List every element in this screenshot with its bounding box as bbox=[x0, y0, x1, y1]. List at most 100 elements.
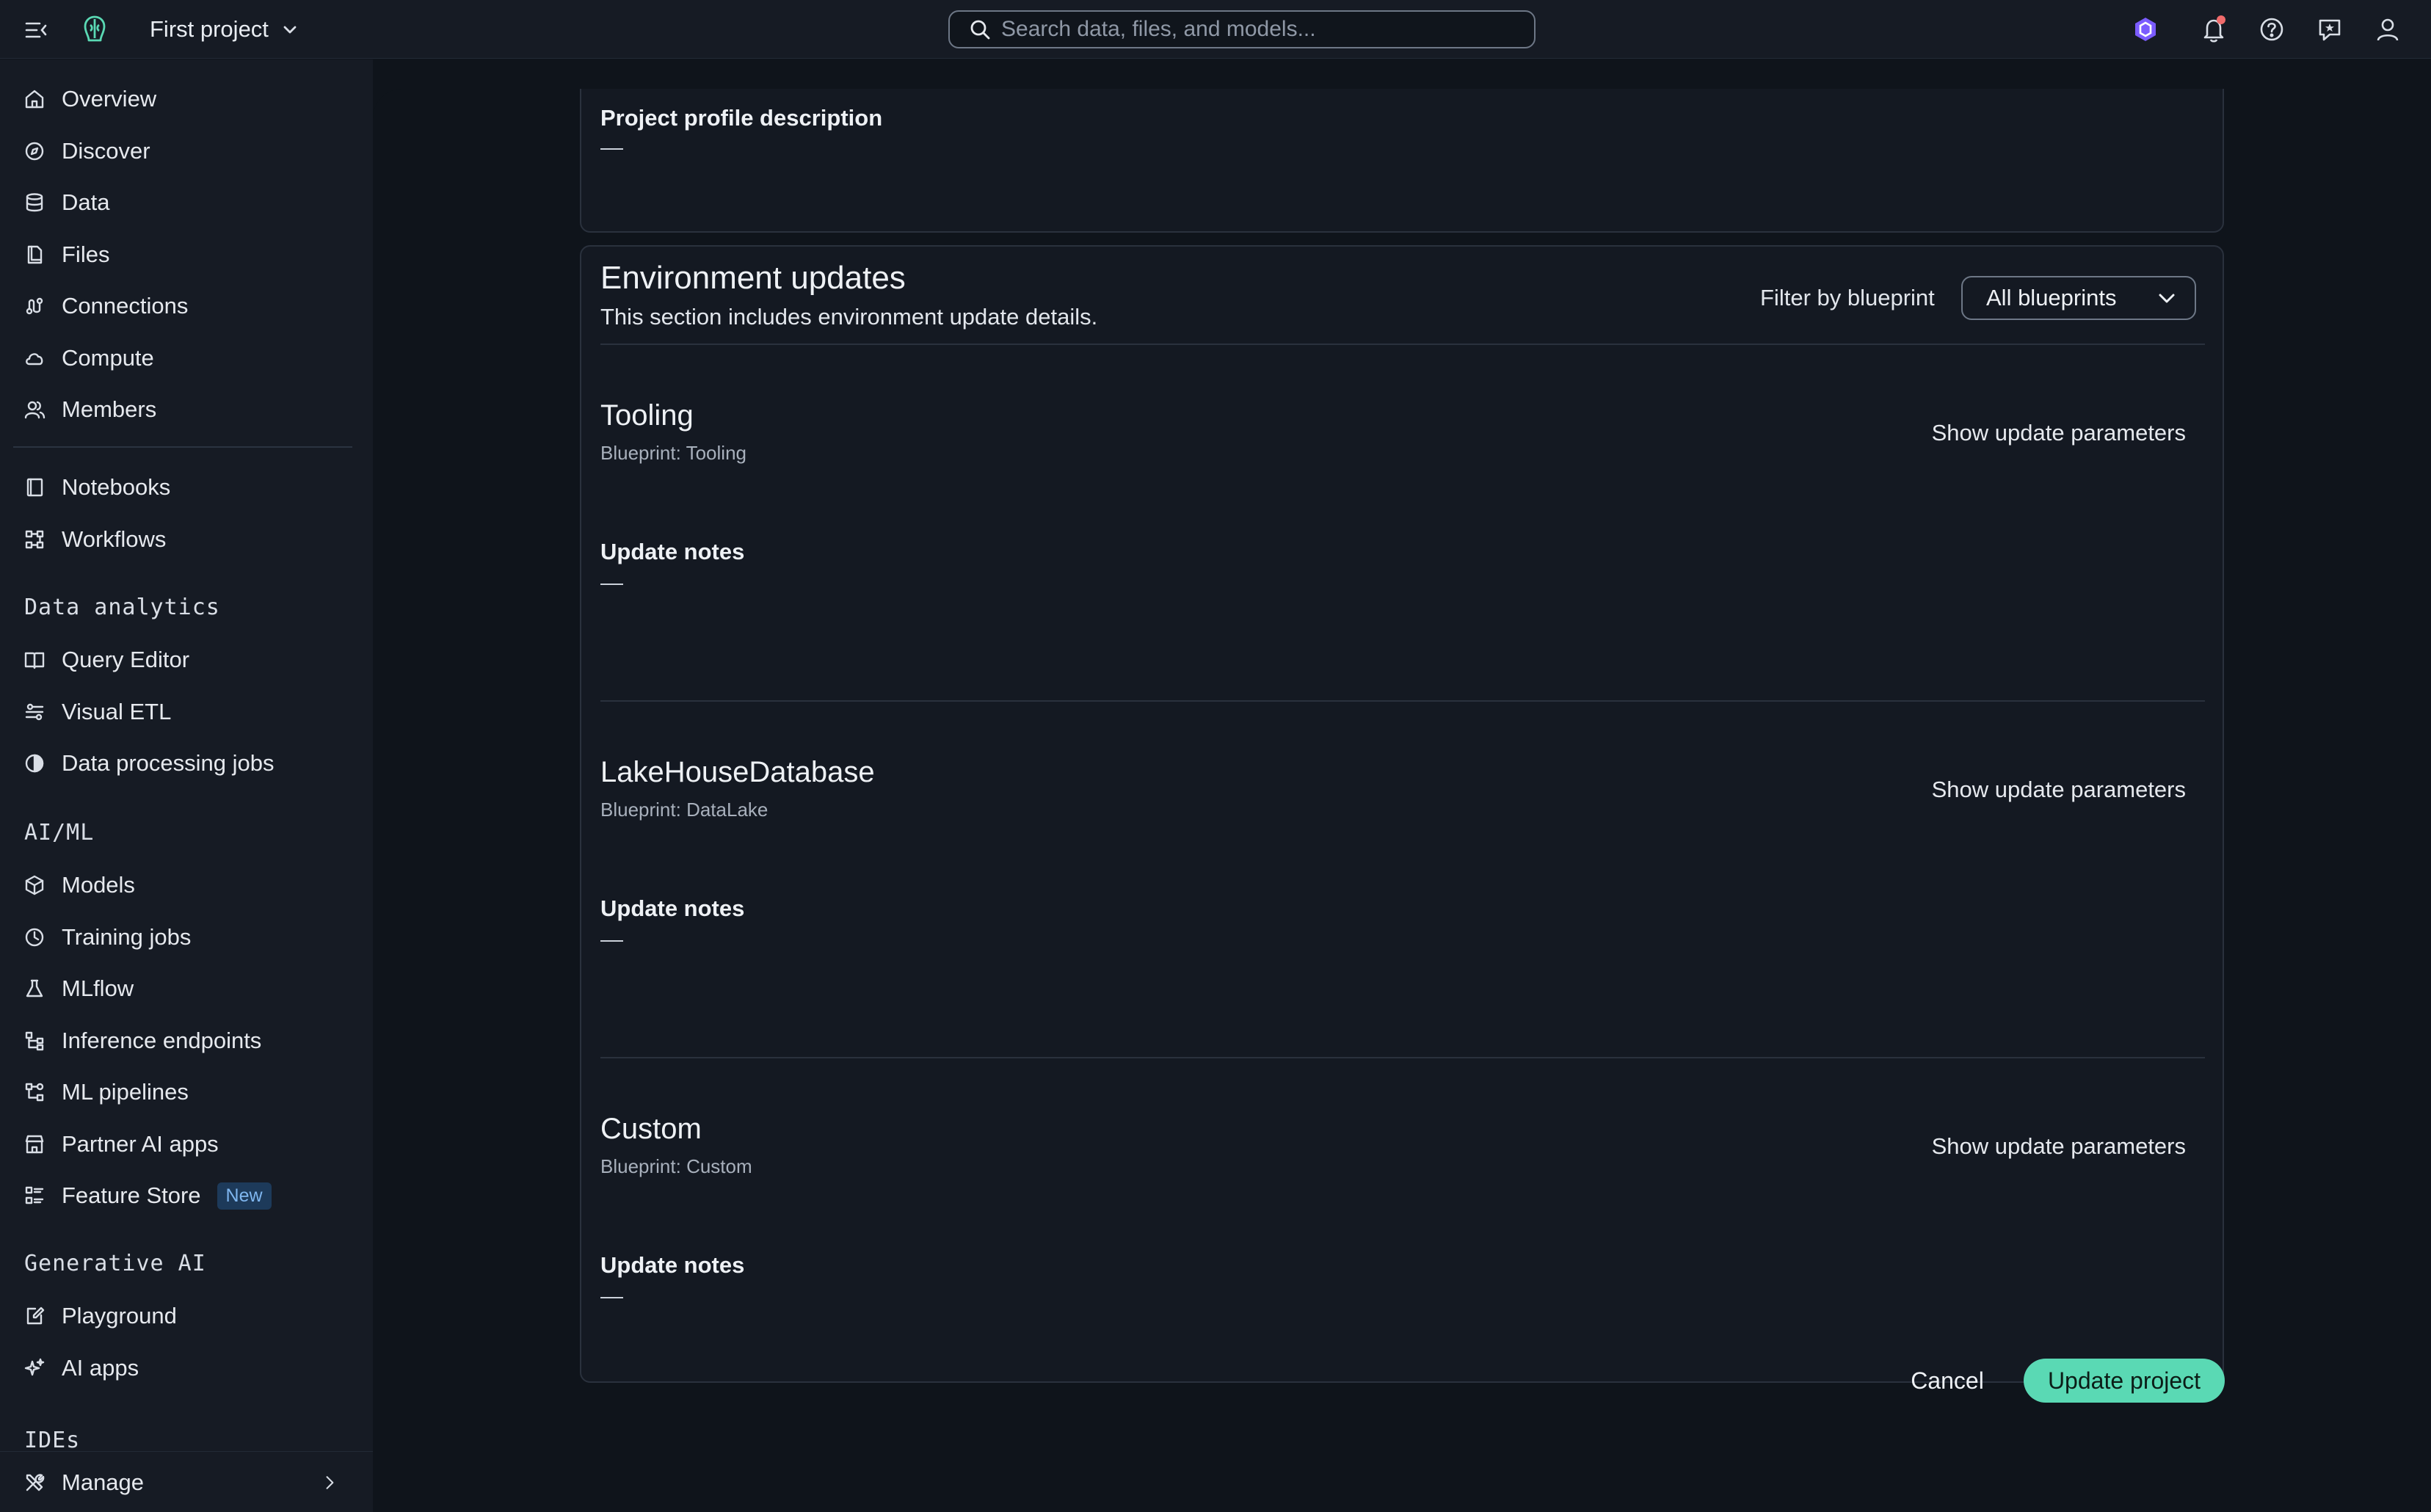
endpoint-icon bbox=[23, 1030, 46, 1052]
sidebar-item-workflows[interactable]: Workflows bbox=[23, 519, 354, 560]
sidebar-item-connections[interactable]: Connections bbox=[23, 286, 354, 327]
env-item-custom: Custom Blueprint: Custom Show update par… bbox=[600, 1113, 2205, 1465]
update-project-button[interactable]: Update project bbox=[2024, 1359, 2225, 1403]
sidebar-item-label: Connections bbox=[62, 293, 189, 319]
home-icon bbox=[23, 88, 46, 110]
menu-collapse-icon[interactable] bbox=[23, 18, 48, 43]
search-input[interactable] bbox=[1001, 17, 1500, 42]
search-icon bbox=[969, 18, 991, 40]
sidebar-item-training-jobs[interactable]: Training jobs bbox=[23, 917, 354, 958]
workflow-icon bbox=[23, 528, 46, 550]
sidebar-item-label: Members bbox=[62, 396, 157, 422]
sidebar-item-label: Data bbox=[62, 189, 110, 215]
update-notes-label: Update notes bbox=[600, 539, 745, 564]
sidebar-item-label: Feature Store bbox=[62, 1182, 201, 1208]
sidebar-item-playground[interactable]: Playground bbox=[23, 1295, 354, 1337]
sidebar-item-label: Training jobs bbox=[62, 923, 192, 950]
cancel-button[interactable]: Cancel bbox=[1900, 1359, 1995, 1403]
file-icon bbox=[23, 244, 46, 266]
sidebar-item-data[interactable]: Data bbox=[23, 182, 354, 223]
sidebar-item-models[interactable]: Models bbox=[23, 865, 354, 906]
sidebar-item-label: Playground bbox=[62, 1303, 177, 1329]
env-blueprint: Blueprint: Custom bbox=[600, 1155, 752, 1177]
clock-icon bbox=[23, 926, 46, 948]
topbar-actions bbox=[2129, 12, 2408, 46]
filter-selected-value: All blueprints bbox=[1986, 285, 2117, 310]
sidebar-item-label: Discover bbox=[62, 137, 150, 164]
show-update-parameters-button[interactable]: Show update parameters bbox=[1932, 1133, 2186, 1160]
main-content: Project profile description — Environmen… bbox=[373, 89, 2431, 1512]
sidebar-item-files[interactable]: Files bbox=[23, 234, 354, 275]
feedback-icon[interactable] bbox=[2313, 12, 2347, 46]
database-icon bbox=[23, 192, 46, 214]
sidebar-divider bbox=[13, 446, 352, 448]
help-icon[interactable] bbox=[2255, 12, 2289, 46]
sidebar-item-mlflow[interactable]: MLflow bbox=[23, 968, 354, 1009]
header-divider bbox=[600, 344, 2205, 345]
profile-description-value: — bbox=[600, 134, 623, 160]
env-blueprint: Blueprint: Tooling bbox=[600, 442, 746, 464]
env-divider bbox=[600, 700, 2205, 702]
sidebar-item-members[interactable]: Members bbox=[23, 389, 354, 430]
blueprint-filter-select[interactable]: All blueprints bbox=[1961, 276, 2196, 320]
section-heading-ides: IDEs bbox=[24, 1428, 81, 1453]
update-notes-value: — bbox=[600, 1283, 623, 1309]
show-update-parameters-button[interactable]: Show update parameters bbox=[1932, 420, 2186, 446]
playground-icon bbox=[23, 1305, 46, 1327]
search-box[interactable] bbox=[948, 10, 1536, 48]
sidebar-item-label: AI apps bbox=[62, 1354, 139, 1381]
sidebar-item-compute[interactable]: Compute bbox=[23, 338, 354, 379]
store-icon bbox=[23, 1133, 46, 1155]
section-heading-data-analytics: Data analytics bbox=[24, 595, 220, 620]
env-blueprint: Blueprint: DataLake bbox=[600, 799, 768, 821]
sidebar-item-ai-apps[interactable]: AI apps bbox=[23, 1348, 354, 1389]
project-profile-panel: Project profile description — bbox=[580, 89, 2224, 233]
sidebar-item-label: Visual ETL bbox=[62, 698, 172, 724]
pipeline-icon bbox=[23, 1081, 46, 1103]
manage-label: Manage bbox=[62, 1469, 145, 1495]
cube-icon bbox=[23, 874, 46, 896]
update-notes-value: — bbox=[600, 926, 623, 952]
sidebar-item-label: MLflow bbox=[62, 975, 134, 1001]
bell-icon[interactable] bbox=[2197, 12, 2231, 46]
manage-icon bbox=[23, 1472, 46, 1494]
sidebar-item-visual-etl[interactable]: Visual ETL bbox=[23, 691, 354, 733]
chevron-down-icon bbox=[2156, 288, 2177, 308]
show-update-parameters-button[interactable]: Show update parameters bbox=[1932, 777, 2186, 803]
filter-label: Filter by blueprint bbox=[1760, 285, 1935, 310]
update-notes-label: Update notes bbox=[600, 895, 745, 921]
sidebar-item-ml-pipelines[interactable]: ML pipelines bbox=[23, 1072, 354, 1113]
env-item-lakehousedatabase: LakeHouseDatabase Blueprint: DataLake Sh… bbox=[600, 756, 2205, 1108]
sidebar-item-data-processing-jobs[interactable]: Data processing jobs bbox=[23, 743, 354, 784]
chevron-right-icon bbox=[320, 1473, 339, 1492]
app-logo-icon[interactable] bbox=[79, 13, 110, 44]
sidebar-item-label: Inference endpoints bbox=[62, 1027, 262, 1053]
sidebar-item-label: Query Editor bbox=[62, 647, 190, 672]
sidebar-item-discover[interactable]: Discover bbox=[23, 131, 354, 172]
sidebar-item-partner-ai-apps[interactable]: Partner AI apps bbox=[23, 1124, 354, 1165]
flask-icon bbox=[23, 978, 46, 1000]
connections-icon bbox=[23, 295, 46, 317]
sidebar-item-inference-endpoints[interactable]: Inference endpoints bbox=[23, 1020, 354, 1061]
env-divider bbox=[600, 1057, 2205, 1058]
sidebar-footer: Manage bbox=[0, 1451, 373, 1512]
new-badge: New bbox=[217, 1182, 272, 1210]
env-name: Tooling bbox=[600, 399, 694, 432]
sidebar-item-notebooks[interactable]: Notebooks bbox=[23, 467, 354, 508]
sidebar-item-feature-store[interactable]: Feature Store New bbox=[23, 1175, 354, 1216]
amazon-q-icon[interactable] bbox=[2129, 12, 2162, 46]
env-name: Custom bbox=[600, 1113, 702, 1145]
sidebar-item-overview[interactable]: Overview bbox=[23, 79, 354, 120]
section-heading-generative-ai: Generative AI bbox=[24, 1251, 206, 1276]
sidebar-item-label: Compute bbox=[62, 344, 154, 371]
sparkle-icon bbox=[23, 1357, 46, 1379]
manage-button[interactable]: Manage bbox=[23, 1462, 339, 1503]
sidebar-item-label: Notebooks bbox=[62, 474, 171, 500]
env-name: LakeHouseDatabase bbox=[600, 756, 875, 788]
project-name: First project bbox=[150, 16, 269, 42]
cloud-icon bbox=[23, 347, 46, 369]
sidebar-item-query-editor[interactable]: Query Editor bbox=[23, 639, 354, 680]
project-switcher[interactable]: First project bbox=[150, 13, 298, 46]
user-icon[interactable] bbox=[2371, 12, 2405, 46]
env-item-tooling: Tooling Blueprint: Tooling Show update p… bbox=[600, 399, 2205, 752]
